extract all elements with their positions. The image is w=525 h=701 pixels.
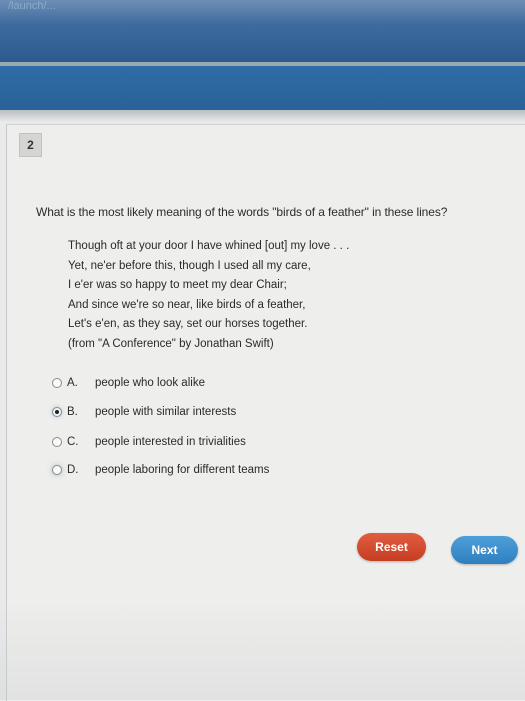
reset-button[interactable]: Reset — [357, 533, 426, 561]
option-text: people with similar interests — [95, 406, 237, 418]
option-text: people who look alike — [95, 377, 205, 389]
app-header-band — [0, 66, 525, 110]
passage-line: And since we're so near, like birds of a… — [68, 298, 306, 311]
answer-option-a[interactable]: A. people who look alike — [52, 373, 205, 393]
radio-button[interactable] — [52, 465, 62, 475]
option-text: people laboring for different teams — [95, 464, 270, 476]
answer-option-d[interactable]: D. people laboring for different teams — [52, 460, 269, 480]
header-faded-text: /launch/... — [8, 0, 56, 12]
next-button[interactable]: Next — [451, 536, 518, 564]
option-letter: D. — [67, 464, 79, 476]
option-letter: C. — [67, 436, 79, 448]
browser-top-bar: /launch/... — [0, 0, 525, 62]
passage-line: Though oft at your door I have whined [o… — [68, 240, 350, 252]
option-letter: A. — [67, 377, 78, 389]
radio-button-selected[interactable] — [52, 407, 62, 417]
passage-line: I e'er was so happy to meet my dear Chai… — [68, 279, 287, 291]
option-letter: B. — [67, 406, 78, 418]
question-prompt: What is the most likely meaning of the w… — [36, 205, 448, 219]
question-number-badge: 2 — [19, 133, 42, 157]
answer-option-c[interactable]: C. people interested in trivialities — [52, 432, 246, 452]
answer-option-b[interactable]: B. people with similar interests — [52, 402, 236, 422]
screen-glare — [0, 600, 525, 700]
radio-button[interactable] — [52, 378, 62, 388]
radio-button[interactable] — [52, 437, 62, 447]
header-shadow — [0, 110, 525, 122]
option-text: people interested in trivialities — [95, 436, 246, 448]
passage-line: Yet, ne'er before this, though I used al… — [68, 259, 311, 272]
passage-line: Let's e'en, as they say, set our horses … — [68, 318, 308, 330]
passage: Though oft at your door I have whined [o… — [68, 237, 448, 354]
passage-citation: (from "A Conference" by Jonathan Swift) — [68, 337, 274, 350]
